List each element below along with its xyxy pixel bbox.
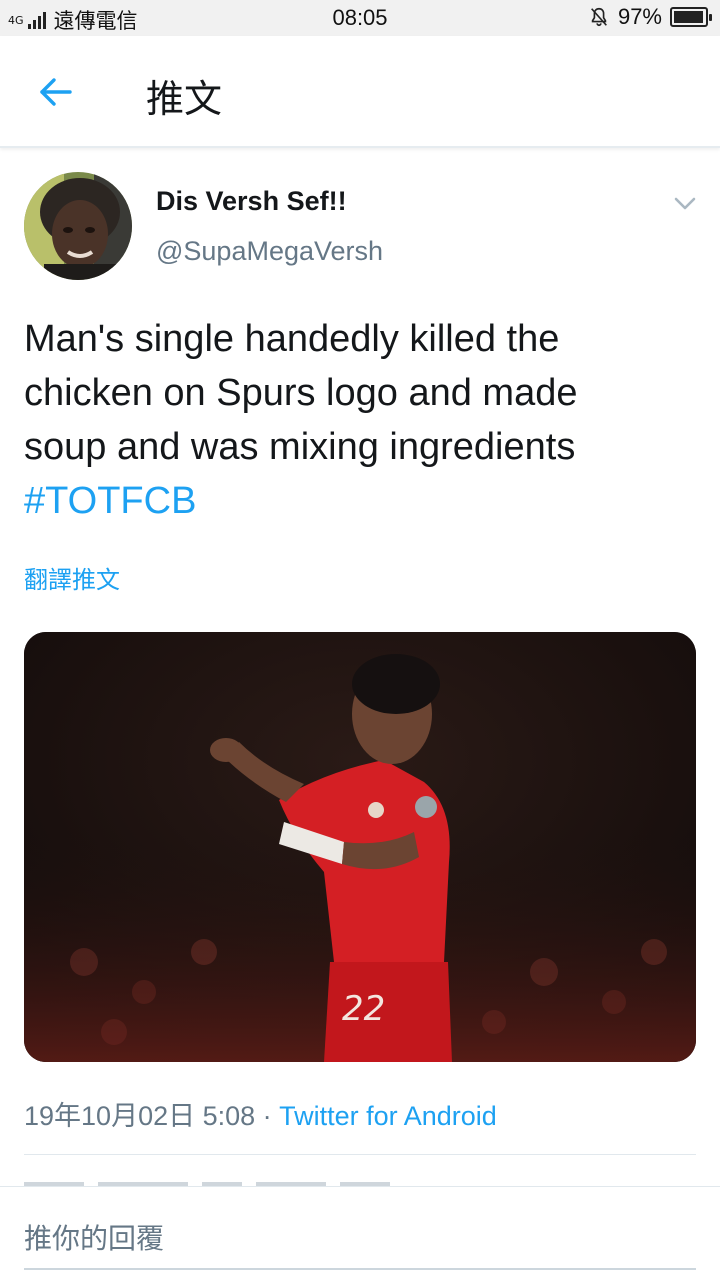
avatar-image	[24, 172, 132, 280]
football-player-photo: 22	[24, 632, 696, 1062]
arrow-left-icon	[40, 78, 72, 106]
reply-input[interactable]: 推你的回覆	[24, 1217, 164, 1257]
tweet-text-line: chicken on Spurs logo and made	[24, 372, 578, 414]
author-name[interactable]: Dis Versh Sef!!	[156, 186, 347, 217]
partially-hidden-row	[24, 1172, 696, 1186]
battery-icon	[670, 7, 712, 27]
battery-percent: 97%	[617, 4, 662, 29]
divider	[24, 1154, 696, 1155]
battery-fill	[674, 11, 704, 23]
page-title: 推文	[146, 77, 223, 121]
meta-separator: ·	[255, 1101, 280, 1131]
reply-bar: 推你的回覆	[0, 1186, 720, 1280]
tweet-source-link[interactable]: Twitter for Android	[279, 1101, 497, 1131]
avatar[interactable]	[24, 172, 132, 280]
reply-underline	[24, 1268, 696, 1270]
hashtag-link[interactable]: #TOTFCB	[24, 474, 704, 528]
chevron-down-icon	[674, 197, 696, 210]
status-right: 97%	[588, 4, 712, 30]
tweet-photo[interactable]: 22	[24, 632, 696, 1062]
shorts-number: 22	[342, 989, 385, 1029]
tweet-meta: 19年10月02日 5:08 · Twitter for Android	[24, 1094, 497, 1133]
tweet-text-line: Man's single handedly killed the	[24, 318, 560, 360]
translate-tweet-link[interactable]: 翻譯推文	[24, 560, 120, 595]
status-bar: 4G 遠傳電信 08:05 97%	[0, 0, 720, 36]
tweet-text: Man's single handedly killed the chicken…	[24, 312, 704, 528]
silent-bell-icon	[591, 7, 607, 27]
tweet-menu-button[interactable]	[672, 190, 698, 216]
tweet-timestamp: 19年10月02日 5:08	[24, 1101, 256, 1131]
top-app-bar: 推文	[0, 36, 720, 148]
tweet-text-line: soup and was mixing ingredients	[24, 426, 576, 468]
back-button[interactable]	[34, 70, 78, 114]
author-handle[interactable]: @SupaMegaVersh	[156, 236, 383, 267]
